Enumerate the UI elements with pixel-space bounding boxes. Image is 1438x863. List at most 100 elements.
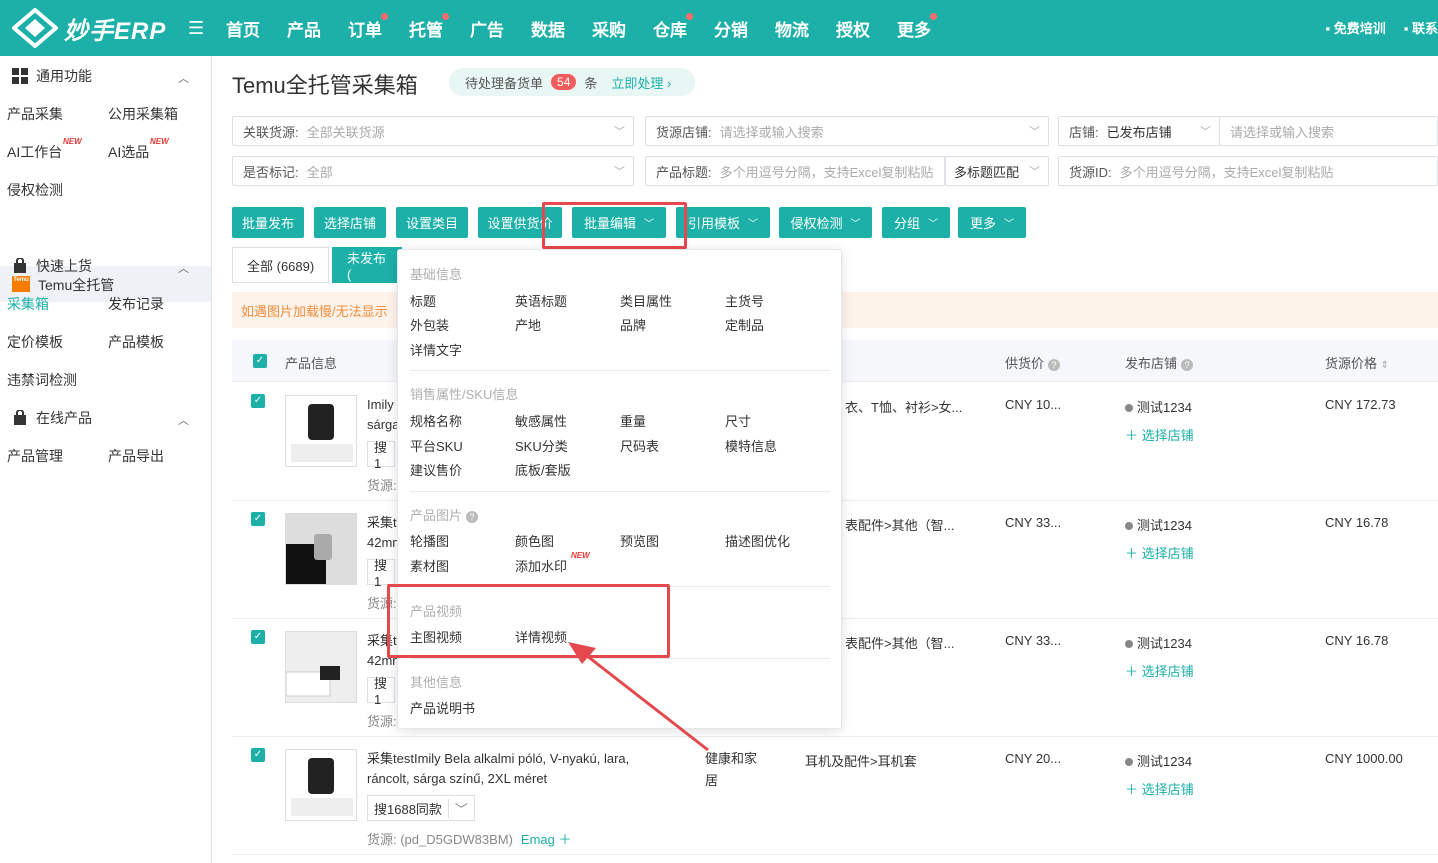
product-thumbnail[interactable]: [285, 749, 357, 821]
row-checkbox[interactable]: ✓: [251, 630, 265, 644]
store-status-select[interactable]: 店铺: 已发布店铺 ﹀: [1058, 116, 1220, 146]
chevron-up-icon[interactable]: ︿: [178, 260, 189, 276]
dropdown-item-sensitive-attr[interactable]: 敏感属性: [515, 411, 567, 430]
nav-item-9[interactable]: 物流: [775, 16, 809, 41]
dropdown-item-desc-optimize[interactable]: 描述图优化: [725, 531, 790, 550]
dropdown-item-title[interactable]: 标题: [410, 291, 436, 310]
dropdown-item-color-image[interactable]: 颜色图: [515, 531, 554, 550]
select-store-button[interactable]: 选择店铺: [314, 207, 386, 238]
batch-publish-button[interactable]: 批量发布: [232, 207, 304, 238]
search-1688-button[interactable]: 搜1: [367, 558, 395, 589]
sidebar-section-common[interactable]: 通用功能: [12, 66, 92, 86]
nav-item-5[interactable]: 数据: [531, 16, 565, 41]
dropdown-item-detail-text[interactable]: 详情文字: [410, 340, 462, 359]
tab-all[interactable]: 全部 (6689): [232, 247, 330, 283]
source-id-input[interactable]: 货源ID: 多个用逗号分隔，支持Excel复制粘贴: [1058, 156, 1438, 186]
sidebar-item-ai-workbench[interactable]: AI工作台: [7, 142, 62, 162]
dropdown-item-size-chart[interactable]: 尺码表: [620, 436, 659, 455]
dropdown-item-origin[interactable]: 产地: [515, 315, 541, 334]
process-now-link[interactable]: 立即处理 ›: [611, 73, 671, 92]
search-1688-button[interactable]: 搜1: [367, 440, 395, 471]
row-checkbox[interactable]: ✓: [251, 748, 265, 762]
dropdown-item-carousel[interactable]: 轮播图: [410, 531, 449, 550]
dropdown-item-brand[interactable]: 品牌: [620, 315, 646, 334]
sidebar-item-public-box[interactable]: 公用采集箱: [108, 104, 178, 124]
logo[interactable]: 妙手ERP: [12, 8, 166, 48]
dropdown-item-size[interactable]: 尺寸: [725, 411, 751, 430]
sidebar-item-product-export[interactable]: 产品导出: [108, 446, 164, 466]
select-all-checkbox[interactable]: ✓: [253, 354, 267, 368]
dropdown-item-suggested-price[interactable]: 建议售价: [410, 460, 462, 479]
sidebar-item-product-template[interactable]: 产品模板: [108, 332, 164, 352]
product-thumbnail[interactable]: [285, 395, 357, 467]
dropdown-item-manual[interactable]: 产品说明书: [410, 698, 475, 717]
dropdown-item-material[interactable]: 素材图: [410, 556, 449, 575]
product-thumbnail[interactable]: [285, 513, 357, 585]
nav-item-8[interactable]: 分销: [714, 16, 748, 41]
dropdown-item-watermark[interactable]: 添加水印: [515, 556, 567, 575]
dropdown-item-platform-sku[interactable]: 平台SKU: [410, 436, 463, 455]
sidebar-item-product-collect[interactable]: 产品采集: [7, 104, 63, 124]
tab-unpublished[interactable]: 未发布 (: [332, 247, 402, 283]
select-store-link[interactable]: ＋ 选择店铺: [1125, 425, 1194, 444]
more-button[interactable]: 更多 ﹀: [958, 207, 1026, 238]
dropdown-item-custom[interactable]: 定制品: [725, 315, 764, 334]
dropdown-item-model-info[interactable]: 模特信息: [725, 436, 777, 455]
select-store-link[interactable]: ＋ 选择店铺: [1125, 543, 1194, 562]
select-store-link[interactable]: ＋ 选择店铺: [1125, 779, 1194, 798]
sidebar-item-publish-log[interactable]: 发布记录: [108, 294, 164, 314]
nav-item-11[interactable]: 更多: [897, 12, 937, 41]
group-button[interactable]: 分组 ﹀: [882, 207, 950, 238]
help-icon[interactable]: ?: [1048, 359, 1061, 371]
dropdown-item-weight[interactable]: 重量: [620, 411, 646, 430]
menu-toggle-icon[interactable]: ☰: [188, 18, 204, 39]
nav-item-0[interactable]: 首页: [226, 16, 260, 41]
chevron-down-icon[interactable]: ﹀: [447, 798, 474, 818]
infringement-check-button[interactable]: 侵权检测 ﹀: [779, 207, 872, 238]
search-1688-button[interactable]: 搜1688同款 ﹀: [367, 795, 475, 821]
product-thumbnail[interactable]: [285, 631, 357, 703]
chevron-up-icon[interactable]: ︿: [178, 70, 189, 86]
nav-item-2[interactable]: 订单: [348, 12, 388, 41]
column-header[interactable]: 货源价格 ⇕: [1325, 353, 1389, 372]
sidebar-item-ai-select[interactable]: AI选品: [108, 142, 149, 162]
nav-item-1[interactable]: 产品: [287, 16, 321, 41]
dropdown-item-category-attr[interactable]: 类目属性: [620, 291, 672, 310]
sidebar-item-product-manage[interactable]: 产品管理: [7, 446, 63, 466]
row-checkbox[interactable]: ✓: [251, 394, 265, 408]
dropdown-item-preview[interactable]: 预览图: [620, 531, 659, 550]
search-1688-button[interactable]: 搜1: [367, 676, 395, 707]
marked-select[interactable]: 是否标记: 全部 ﹀: [232, 156, 634, 186]
dropdown-item-sku-category[interactable]: SKU分类: [515, 436, 568, 455]
emag-link[interactable]: Emag ＋: [521, 832, 572, 847]
dropdown-item-main-sku[interactable]: 主货号: [725, 291, 764, 310]
training-link[interactable]: ▪ 免费培训: [1326, 18, 1386, 37]
nav-item-10[interactable]: 授权: [836, 16, 870, 41]
nav-item-6[interactable]: 采购: [592, 16, 626, 41]
store-search-input[interactable]: 请选择或输入搜索: [1219, 116, 1438, 146]
dropdown-item-template[interactable]: 底板/套版: [515, 460, 571, 479]
contact-link[interactable]: ▪ 联系: [1404, 18, 1438, 37]
sidebar-item-collect-box[interactable]: 采集箱: [7, 294, 49, 314]
nav-item-3[interactable]: 托管: [409, 12, 449, 41]
sidebar-item-banned-words[interactable]: 违禁词检测: [7, 370, 77, 390]
row-checkbox[interactable]: ✓: [251, 512, 265, 526]
dropdown-item-spec-name[interactable]: 规格名称: [410, 411, 462, 430]
related-source-select[interactable]: 关联货源: 全部关联货源 ﹀: [232, 116, 634, 146]
chevron-up-icon[interactable]: ︿: [178, 412, 189, 428]
apply-template-button[interactable]: 引用模板 ﹀: [676, 207, 770, 238]
dropdown-item-english-title[interactable]: 英语标题: [515, 291, 567, 310]
sidebar-item-price-template[interactable]: 定价模板: [7, 332, 63, 352]
help-icon[interactable]: ?: [1181, 359, 1194, 371]
source-store-select[interactable]: 货源店铺: 请选择或输入搜索 ﹀: [645, 116, 1049, 146]
sidebar-section-online[interactable]: 在线产品: [12, 408, 92, 428]
nav-item-7[interactable]: 仓库: [653, 12, 693, 41]
sidebar-section-quick[interactable]: 快速上货: [12, 256, 92, 276]
nav-item-4[interactable]: 广告: [470, 16, 504, 41]
sidebar-item-infringement[interactable]: 侵权检测: [7, 180, 63, 200]
pending-orders-pill[interactable]: 待处理备货单 54 条 立即处理 ›: [449, 68, 695, 96]
title-match-mode-select[interactable]: 多标题匹配 ﹀: [945, 156, 1049, 186]
select-store-link[interactable]: ＋ 选择店铺: [1125, 661, 1194, 680]
set-category-button[interactable]: 设置类目: [396, 207, 468, 238]
help-icon[interactable]: ?: [466, 511, 479, 523]
